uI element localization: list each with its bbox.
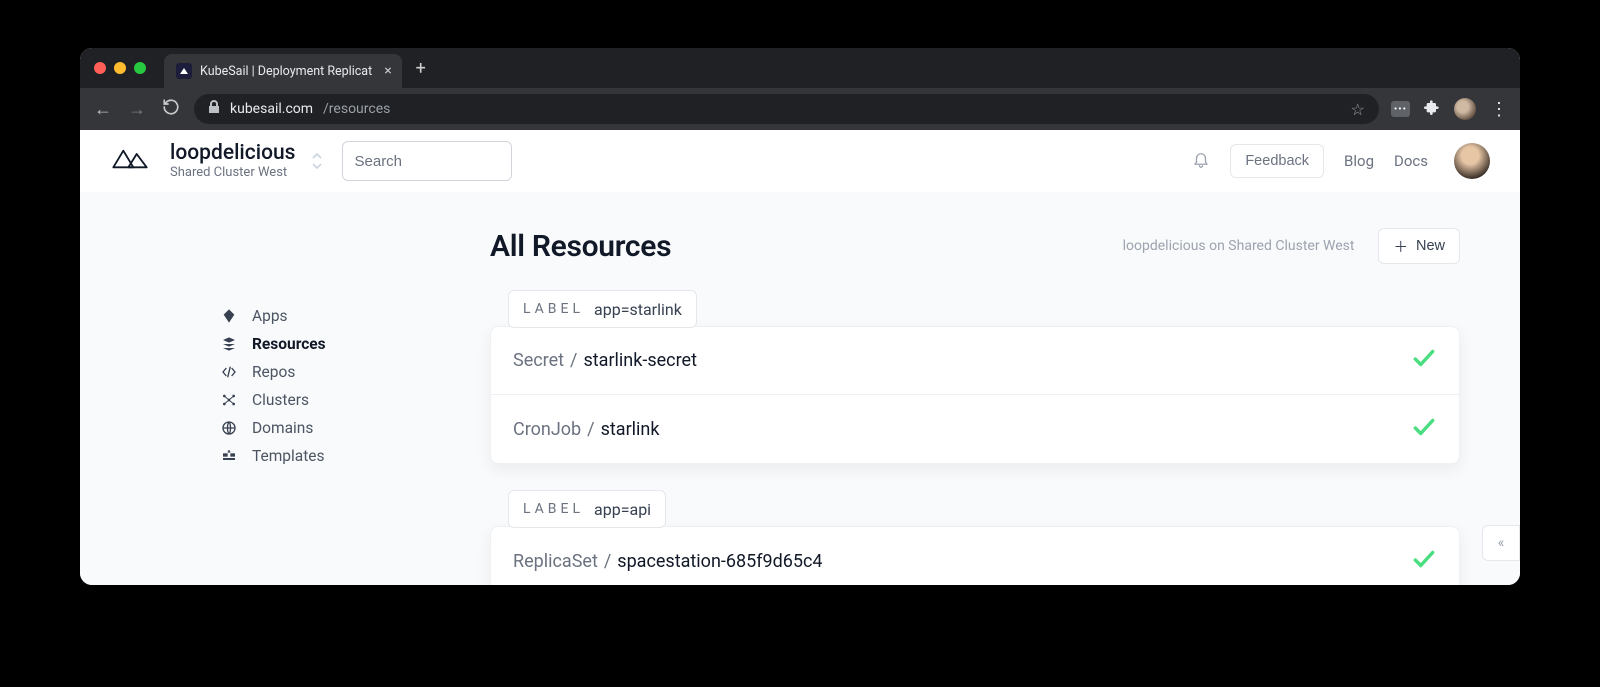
resource-row[interactable]: ReplicaSet / spacestation-685f9d65c4 <box>491 527 1459 585</box>
tab-title: KubeSail | Deployment Replicat <box>200 64 372 79</box>
templates-icon <box>220 448 238 464</box>
label-word: LABEL <box>523 301 584 317</box>
resource-name: spacestation-685f9d65c4 <box>617 551 822 572</box>
resource-row[interactable]: Secret / starlink-secret <box>491 327 1459 395</box>
chevron-double-left-icon: « <box>1498 535 1505 551</box>
back-button[interactable]: ← <box>92 99 114 120</box>
resource-name: starlink <box>601 419 660 440</box>
app-logo[interactable] <box>110 145 150 177</box>
context-selector[interactable]: loopdelicious Shared Cluster West <box>170 141 296 180</box>
repos-icon <box>220 364 238 380</box>
domains-icon <box>220 420 238 436</box>
lock-icon <box>208 100 220 118</box>
sidebar-item-templates[interactable]: Templates <box>220 442 470 470</box>
page-title: All Resources <box>490 229 671 264</box>
window-controls <box>94 62 146 74</box>
sidebar-item-resources[interactable]: Resources <box>220 330 470 358</box>
bookmark-star-icon[interactable]: ☆ <box>1351 100 1365 119</box>
browser-menu-button[interactable]: ⋮ <box>1490 99 1508 120</box>
sidebar-item-clusters[interactable]: Clusters <box>220 386 470 414</box>
nav-docs[interactable]: Docs <box>1394 152 1428 170</box>
sidebar-item-repos[interactable]: Repos <box>220 358 470 386</box>
label-word: LABEL <box>523 501 584 517</box>
reload-button[interactable] <box>160 98 182 121</box>
label-tag: LABEL app=api <box>508 490 666 528</box>
sidebar: Apps Resources Repos Clusters Domains Templat… <box>80 192 470 585</box>
resource-row[interactable]: CronJob / starlink <box>491 395 1459 463</box>
browser-tab[interactable]: KubeSail | Deployment Replicat × <box>164 54 402 88</box>
sidebar-item-label: Apps <box>252 307 288 325</box>
resource-kind: CronJob <box>513 419 581 440</box>
resource-card: Secret / starlink-secretCronJob / starli… <box>490 326 1460 464</box>
sidebar-item-apps[interactable]: Apps <box>220 302 470 330</box>
plus-icon: ＋ <box>1393 236 1408 257</box>
context-sub: Shared Cluster West <box>170 166 296 181</box>
label-value: app=api <box>594 500 651 519</box>
feedback-button[interactable]: Feedback <box>1230 144 1324 178</box>
maximize-window-button[interactable] <box>134 62 146 74</box>
extensions-icon[interactable] <box>1424 99 1440 119</box>
tab-favicon <box>176 63 192 79</box>
sidebar-item-label: Repos <box>252 363 295 381</box>
close-window-button[interactable] <box>94 62 106 74</box>
context-updown-icon[interactable] <box>312 152 322 170</box>
sidebar-item-label: Clusters <box>252 391 309 409</box>
main-content: All Resources loopdelicious on Shared Cl… <box>470 192 1520 585</box>
notifications-icon[interactable] <box>1192 150 1210 172</box>
address-bar[interactable]: kubesail.com/resources ☆ <box>194 94 1379 124</box>
page-heading-row: All Resources loopdelicious on Shared Cl… <box>490 228 1460 264</box>
label-value: app=starlink <box>594 300 682 319</box>
collapse-panel-button[interactable]: « <box>1482 525 1520 561</box>
resource-card: ReplicaSet / spacestation-685f9d65c4 <box>490 526 1460 585</box>
resource-kind: ReplicaSet <box>513 551 598 572</box>
sidebar-item-label: Domains <box>252 419 313 437</box>
forward-button[interactable]: → <box>126 99 148 120</box>
new-button[interactable]: ＋ New <box>1378 228 1460 264</box>
toolbar-badge[interactable]: ••• <box>1391 101 1410 117</box>
nav-blog[interactable]: Blog <box>1344 152 1374 170</box>
context-name: loopdelicious <box>170 141 296 165</box>
url-path: /resources <box>323 101 390 117</box>
resources-icon <box>220 336 238 352</box>
tab-close-button[interactable]: × <box>384 63 391 79</box>
minimize-window-button[interactable] <box>114 62 126 74</box>
new-tab-button[interactable]: + <box>416 58 426 79</box>
status-ok-icon <box>1411 345 1437 376</box>
status-ok-icon <box>1411 546 1437 577</box>
app-body: Apps Resources Repos Clusters Domains Templat… <box>80 192 1520 585</box>
label-tag: LABEL app=starlink <box>508 290 697 328</box>
toolbar-right: ••• ⋮ <box>1391 98 1508 120</box>
browser-toolbar: ← → kubesail.com/resources ☆ ••• ⋮ <box>80 88 1520 130</box>
page-viewport: loopdelicious Shared Cluster West Feedba… <box>80 130 1520 585</box>
user-avatar[interactable] <box>1454 143 1490 179</box>
browser-tabstrip: KubeSail | Deployment Replicat × + <box>80 48 1520 88</box>
apps-icon <box>220 308 238 324</box>
browser-window: KubeSail | Deployment Replicat × + ← → k… <box>80 48 1520 585</box>
breadcrumb: loopdelicious on Shared Cluster West <box>1123 238 1355 254</box>
resource-name: starlink-secret <box>583 350 696 371</box>
app-header: loopdelicious Shared Cluster West Feedba… <box>80 130 1520 192</box>
browser-profile-avatar[interactable] <box>1454 98 1476 120</box>
sidebar-item-label: Templates <box>252 447 325 465</box>
new-button-label: New <box>1416 238 1445 254</box>
search-input[interactable] <box>342 141 512 181</box>
status-ok-icon <box>1411 414 1437 445</box>
resource-kind: Secret <box>513 350 564 371</box>
clusters-icon <box>220 392 238 408</box>
sidebar-item-domains[interactable]: Domains <box>220 414 470 442</box>
sidebar-item-label: Resources <box>252 335 326 353</box>
url-domain: kubesail.com <box>230 101 313 117</box>
